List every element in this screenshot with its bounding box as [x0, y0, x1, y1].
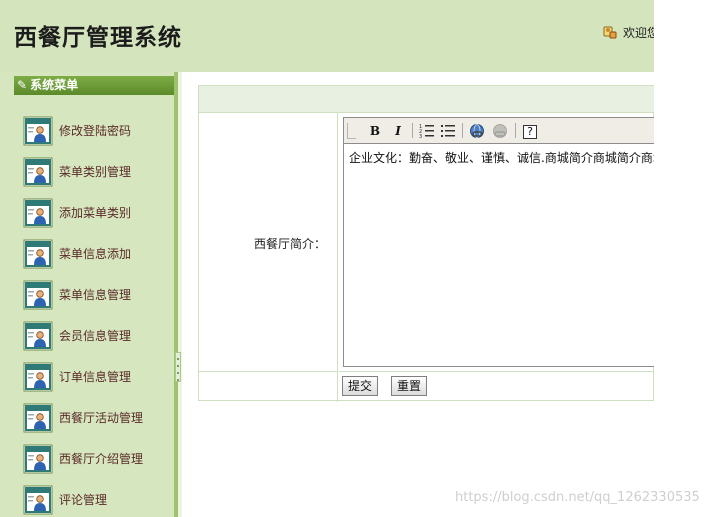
app-window: 西餐厅管理系统 欢迎您 ✎ 系统菜单 修改登陆密码 菜单类别管理 添加菜单类别 菜单信息…: [0, 0, 654, 517]
app-title: 西餐厅管理系统: [14, 24, 182, 51]
link-button[interactable]: [468, 122, 486, 140]
user-card-icon: [23, 362, 53, 391]
user-key-icon: [603, 26, 617, 39]
sidebar-item-label: 添加菜单类别: [59, 206, 132, 220]
sidebar-title-label: 系统菜单: [30, 78, 79, 92]
editor-text[interactable]: 企业文化：勤奋、敬业、谨慎、诚信.商城简介商城简介商城简介: [349, 149, 654, 166]
pencil-icon: ✎: [17, 78, 28, 92]
ordered-list-button[interactable]: 1 2 3: [418, 122, 436, 140]
unordered-list-icon: [441, 125, 455, 137]
reset-button[interactable]: 重置: [391, 376, 428, 396]
user-card-icon: [23, 198, 53, 227]
unlink-button[interactable]: [491, 122, 509, 140]
unlink-icon: [493, 124, 507, 138]
user-card-icon: [23, 444, 53, 473]
sidebar-item-label: 会员信息管理: [59, 329, 132, 343]
sidebar-item[interactable]: 评论管理: [14, 479, 174, 517]
user-card-icon: [23, 485, 53, 514]
sidebar-item[interactable]: 会员信息管理: [14, 315, 174, 356]
toolbar-separator: [412, 123, 413, 138]
user-card-icon: [23, 403, 53, 432]
link-icon: [470, 124, 484, 138]
header: 西餐厅管理系统 欢迎您: [0, 0, 654, 72]
editor-cell: B I 1 2 3 ? 企业文化：勤奋、敬业、谨慎、诚信.商城简介商城简介商: [339, 113, 654, 371]
sidebar-collapse-handle[interactable]: [175, 352, 181, 382]
button-row-label-cell: [199, 371, 338, 402]
sidebar-item[interactable]: 订单信息管理: [14, 356, 174, 397]
user-card-icon: [23, 280, 53, 309]
sidebar-item-label: 评论管理: [59, 493, 108, 507]
editor-content-area[interactable]: 企业文化：勤奋、敬业、谨慎、诚信.商城简介商城简介商城简介: [343, 143, 654, 367]
toolbar-separator: [462, 123, 463, 138]
rich-text-editor: B I 1 2 3 ? 企业文化：勤奋、敬业、谨慎、诚信.商城简介商城简介商: [343, 117, 654, 367]
italic-button[interactable]: I: [389, 122, 407, 140]
edit-form: 西餐厅简介： B I 1 2 3 ? 企业文化：勤奋、敬业、谨慎、诚信.商城简介…: [198, 85, 654, 402]
sidebar-item[interactable]: 西餐厅活动管理: [14, 397, 174, 438]
sidebar-item-label: 订单信息管理: [59, 370, 132, 384]
sidebar-item[interactable]: 添加菜单类别: [14, 192, 174, 233]
sidebar-gap: [178, 72, 182, 517]
sidebar: ✎ 系统菜单 修改登陆密码 菜单类别管理 添加菜单类别 菜单信息添加 菜单信息管理 会员信息…: [0, 72, 182, 517]
sidebar-item-label: 菜单信息添加: [59, 247, 132, 261]
sidebar-item[interactable]: 菜单信息管理: [14, 274, 174, 315]
sidebar-item[interactable]: 修改登陆密码: [14, 110, 174, 151]
svg-text:3: 3: [419, 134, 422, 139]
user-card-icon: [23, 239, 53, 268]
ordered-list-icon: 1 2 3: [419, 124, 434, 140]
welcome-text: 欢迎您: [623, 26, 654, 40]
welcome-message: 欢迎您: [603, 24, 654, 41]
sidebar-item-label: 修改登陆密码: [59, 124, 132, 138]
help-icon: ?: [523, 125, 537, 139]
sidebar-item[interactable]: 西餐厅介绍管理: [14, 438, 174, 479]
user-card-icon: [23, 321, 53, 350]
sidebar-item-label: 西餐厅介绍管理: [59, 452, 144, 466]
label-cell: 西餐厅简介：: [199, 113, 338, 371]
button-row: 提交 重置: [339, 371, 654, 402]
sidebar-item-label: 菜单信息管理: [59, 288, 132, 302]
submit-button[interactable]: 提交: [342, 376, 379, 396]
form-header: [199, 86, 654, 113]
unordered-list-button[interactable]: [439, 122, 457, 140]
sidebar-item[interactable]: 菜单信息添加: [14, 233, 174, 274]
sidebar-item-label: 西餐厅活动管理: [59, 411, 144, 425]
editor-toolbar: B I 1 2 3 ?: [344, 118, 654, 143]
bold-button[interactable]: B: [366, 122, 384, 140]
help-button[interactable]: ?: [521, 122, 539, 140]
user-card-icon: [23, 157, 53, 186]
sidebar-item[interactable]: 菜单类别管理: [14, 151, 174, 192]
toolbar-separator: [515, 123, 516, 138]
sidebar-item-label: 菜单类别管理: [59, 165, 132, 179]
sidebar-title: ✎ 系统菜单: [14, 76, 174, 95]
toolbar-grip: [347, 123, 356, 139]
watermark: https://blog.csdn.net/qq_1262330535: [455, 490, 700, 505]
sidebar-menu: 修改登陆密码 菜单类别管理 添加菜单类别 菜单信息添加 菜单信息管理 会员信息管理 订单信息…: [14, 110, 174, 517]
user-card-icon: [23, 116, 53, 145]
field-label: 西餐厅简介：: [253, 237, 326, 251]
